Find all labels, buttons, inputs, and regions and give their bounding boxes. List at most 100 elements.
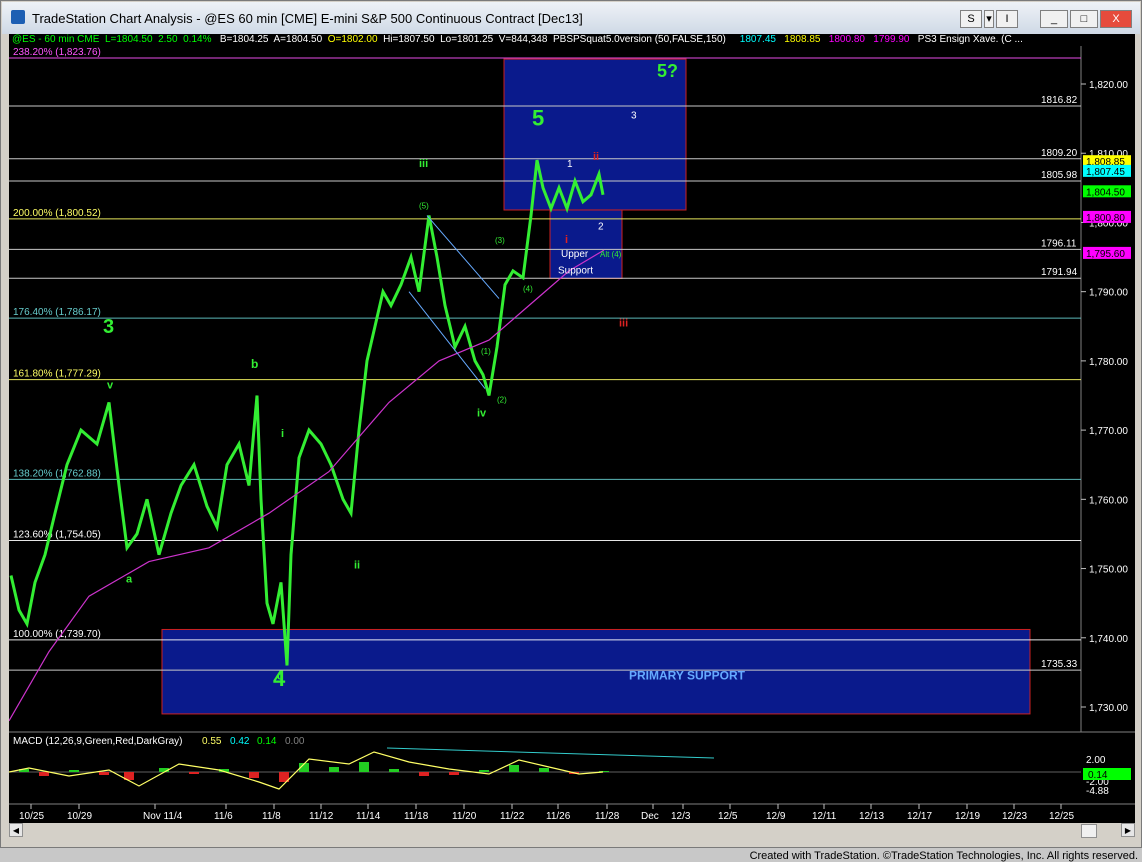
macd-histogram-bar bbox=[419, 772, 429, 776]
upper-label: Upper bbox=[561, 249, 589, 260]
date-tick-label: 12/3 bbox=[671, 811, 691, 822]
date-tick-label: 12/9 bbox=[766, 811, 786, 822]
volume-value: V=844,348 bbox=[498, 34, 548, 45]
level-label: 1816.82 bbox=[1041, 95, 1078, 106]
macd-histogram-bar bbox=[189, 772, 199, 774]
macd-axis-label: -4.88 bbox=[1086, 786, 1109, 797]
scroll-left-icon[interactable]: ◀ bbox=[9, 823, 23, 837]
quote-header: @ES - 60 min CME L=1804.50 2.50 0.14% B=… bbox=[12, 34, 1023, 46]
ask-value: A=1804.50 bbox=[273, 34, 323, 45]
wave-ii-red-label: ii bbox=[593, 151, 599, 163]
wave-5-label: 5 bbox=[532, 106, 544, 131]
study-label: PBSPSquat5.0version (50,FALSE,150) bbox=[553, 34, 726, 45]
minimize-button[interactable]: _ bbox=[1040, 10, 1068, 28]
date-tick-label: Dec bbox=[641, 811, 659, 822]
wave-b-label: b bbox=[251, 357, 258, 371]
app-icon bbox=[11, 10, 25, 24]
macd-value-4: 0.00 bbox=[285, 736, 305, 747]
last-price: L=1804.50 bbox=[104, 34, 153, 45]
date-tick-label: 12/5 bbox=[718, 811, 738, 822]
chart-area[interactable]: 1,820.00 1,810.00 1,800.00 1,790.00 1,780.00… bbox=[9, 34, 1135, 837]
scroll-right-icon[interactable]: ▶ bbox=[1121, 823, 1135, 837]
price-tick-label: 1,760.00 bbox=[1089, 495, 1128, 506]
macd-value-3: 0.14 bbox=[257, 736, 277, 747]
wave-iii-green-label: iii bbox=[419, 158, 428, 170]
date-tick-label: Nov 11/4 bbox=[143, 811, 183, 822]
level-label: 1735.33 bbox=[1041, 659, 1078, 670]
price-tick-label: 1,820.00 bbox=[1089, 80, 1128, 91]
macd-value-2: 0.42 bbox=[230, 736, 250, 747]
indicator-link-button[interactable]: I bbox=[996, 10, 1018, 28]
macd-histogram-bar bbox=[389, 769, 399, 772]
date-tick-label: 10/25 bbox=[19, 811, 44, 822]
symbol-link-button[interactable]: S bbox=[960, 10, 982, 28]
price-tag-label: 1,800.80 bbox=[1086, 213, 1125, 224]
date-tick-label: 12/23 bbox=[1002, 811, 1027, 822]
maximize-button[interactable]: □ bbox=[1070, 10, 1098, 28]
date-tick-label: 12/17 bbox=[907, 811, 932, 822]
date-tick-label: 11/26 bbox=[546, 811, 571, 822]
macd-tag-label: 0.14 bbox=[1088, 770, 1108, 781]
study-val-4: 1799.90 bbox=[873, 34, 910, 45]
macd-histogram-bar bbox=[449, 772, 459, 775]
price-tick-label: 1,780.00 bbox=[1089, 357, 1128, 368]
date-tick-label: 11/20 bbox=[452, 811, 477, 822]
fib-label: 100.00% (1,739.70) bbox=[13, 629, 101, 640]
bid-value: B=1804.25 bbox=[219, 34, 269, 45]
horizontal-scrollbar[interactable]: ◀ ▶ bbox=[9, 823, 1135, 838]
price-tick-label: 1,730.00 bbox=[1089, 703, 1128, 714]
symbol-label: @ES - 60 min CME bbox=[12, 34, 100, 45]
price-tag-label: 1,795.60 bbox=[1086, 249, 1125, 260]
title-bar: TradeStation Chart Analysis - @ES 60 min… bbox=[2, 2, 1140, 34]
price-tick-label: 1,790.00 bbox=[1089, 288, 1128, 299]
study2-label: PS3 Ensign Xave. (C ... bbox=[917, 34, 1023, 45]
price-chart[interactable]: 1,820.001,810.001,800.001,790.001,780.00… bbox=[9, 34, 1135, 837]
price-tick-label: 1,740.00 bbox=[1089, 634, 1128, 645]
macd-divergence-line bbox=[386, 747, 715, 759]
level-label: 1809.20 bbox=[1041, 148, 1078, 159]
wave-c-label: c bbox=[277, 670, 283, 682]
date-tick-label: 12/19 bbox=[955, 811, 980, 822]
symbol-link-dropdown[interactable]: ▾ bbox=[984, 10, 994, 28]
change-value: 2.50 bbox=[158, 34, 178, 45]
date-tick-label: 11/14 bbox=[356, 811, 381, 822]
date-tick-label: 11/6 bbox=[214, 811, 233, 822]
macd-histogram-bar bbox=[329, 767, 339, 772]
low-value: Lo=1801.25 bbox=[440, 34, 494, 45]
fib-label: 138.20% (1,762.88) bbox=[13, 468, 101, 479]
date-tick-label: 12/13 bbox=[859, 811, 884, 822]
scroll-thumb[interactable] bbox=[1081, 824, 1097, 838]
macd-histogram-bar bbox=[509, 765, 519, 772]
study-val-2: 1808.85 bbox=[784, 34, 821, 45]
macd-histogram-bar bbox=[39, 772, 49, 776]
level-label: 1805.98 bbox=[1041, 170, 1078, 181]
support-label: Support bbox=[558, 266, 593, 277]
footer-credit: Created with TradeStation. ©TradeStation… bbox=[749, 850, 1138, 862]
date-tick-label: 11/22 bbox=[500, 811, 525, 822]
chart-window: TradeStation Chart Analysis - @ES 60 min… bbox=[0, 0, 1142, 848]
macd-histogram-bar bbox=[249, 772, 259, 778]
level-label: 1791.94 bbox=[1041, 267, 1078, 278]
alt-4-label: Alt (4) bbox=[600, 250, 622, 259]
sub-2-label: 2 bbox=[598, 221, 604, 232]
wave-5q-label: 5? bbox=[657, 61, 678, 81]
wave-iii-red-label: iii bbox=[619, 317, 628, 329]
macd-histogram-bar bbox=[539, 768, 549, 772]
price-tick-label: 1,750.00 bbox=[1089, 565, 1128, 576]
price-tag-label: 1,804.50 bbox=[1086, 187, 1125, 198]
level-label: 1796.11 bbox=[1041, 238, 1077, 249]
fib-label: 161.80% (1,777.29) bbox=[13, 369, 101, 380]
macd-histogram-bar bbox=[479, 770, 489, 772]
macd-value-1: 0.55 bbox=[202, 736, 222, 747]
close-button[interactable]: X bbox=[1100, 10, 1132, 28]
sub-1-label: 1 bbox=[567, 159, 573, 170]
sub-1-green-label: (1) bbox=[481, 347, 491, 356]
price-tick-label: 1,770.00 bbox=[1089, 426, 1128, 437]
channel-lower-line bbox=[408, 291, 486, 389]
sub-3-label: 3 bbox=[631, 111, 637, 122]
wave-3-label: 3 bbox=[103, 316, 114, 338]
macd-histogram-bar bbox=[69, 770, 79, 772]
window-title: TradeStation Chart Analysis - @ES 60 min… bbox=[32, 11, 583, 26]
macd-axis-label: 2.00 bbox=[1086, 755, 1106, 766]
date-tick-label: 11/18 bbox=[404, 811, 429, 822]
